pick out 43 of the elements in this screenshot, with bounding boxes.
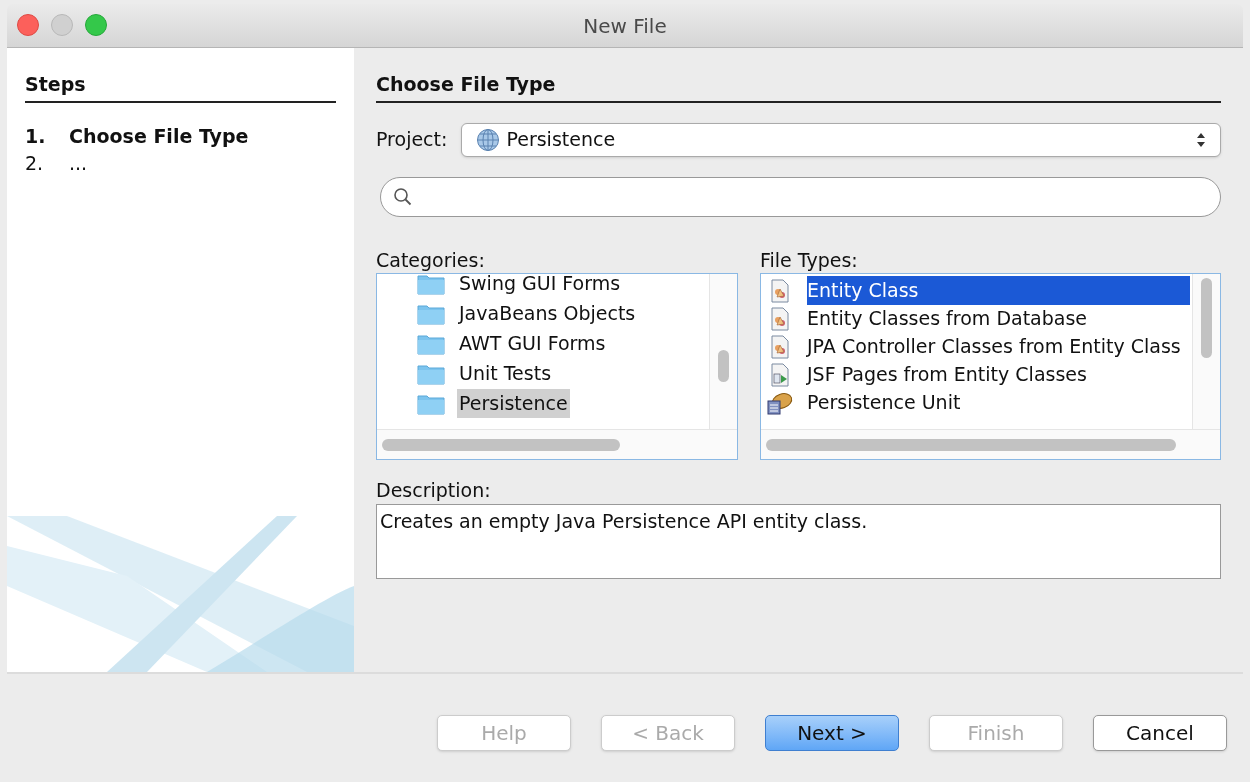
category-item[interactable]: Persistence [457, 389, 570, 418]
file-type-item[interactable]: JPA Controller Classes from Entity Class [807, 332, 1190, 361]
globe-icon [476, 127, 501, 152]
category-item[interactable]: Unit Tests [457, 359, 554, 388]
folder-icon [417, 273, 445, 295]
entity-file-icon [769, 306, 791, 331]
folder-icon [417, 332, 445, 355]
minimize-icon[interactable] [51, 14, 73, 36]
folder-icon [417, 392, 445, 415]
dialog-button[interactable]: Next > [765, 715, 899, 751]
entity-file-icon [769, 334, 791, 359]
categories-label: Categories: [376, 247, 486, 273]
close-icon[interactable] [17, 14, 39, 36]
vertical-scrollbar[interactable] [709, 273, 737, 430]
search-field[interactable] [380, 176, 1221, 217]
entity-file-icon [769, 278, 791, 303]
bean-icon [767, 390, 793, 415]
file-type-item[interactable]: Persistence Unit [807, 388, 1190, 417]
folder-icon [417, 302, 445, 325]
steps-title: Steps [25, 70, 336, 103]
dialog-button[interactable]: Cancel [1093, 715, 1227, 751]
horizontal-scrollbar[interactable] [761, 428, 1220, 459]
file-type-item[interactable]: JSF Pages from Entity Classes [807, 360, 1190, 389]
category-item[interactable]: AWT GUI Forms [457, 329, 608, 358]
step-item: 1. Choose File Type [25, 123, 250, 149]
file-type-item[interactable]: Entity Class [807, 276, 1190, 305]
description-text: Creates an empty Java Persistence API entity class. [380, 509, 868, 532]
vertical-scrollbar[interactable] [1192, 273, 1220, 430]
window-title: New File [583, 12, 667, 40]
horizontal-scrollbar[interactable] [377, 428, 737, 459]
panel-title: Choose File Type [376, 70, 1221, 103]
page-file-icon [769, 362, 791, 387]
description-label: Description: [376, 477, 492, 503]
search-icon [393, 186, 413, 207]
project-dropdown[interactable]: Persistence [461, 122, 1221, 157]
folder-icon [417, 362, 445, 385]
category-item[interactable]: JavaBeans Objects [457, 299, 638, 328]
category-item[interactable]: Swing GUI Forms [457, 273, 623, 298]
file-types-label: File Types: [760, 247, 859, 273]
step-item: 2. ... [25, 150, 89, 176]
project-label: Project: [376, 127, 448, 153]
zoom-icon[interactable] [85, 14, 107, 36]
file-type-item[interactable]: Entity Classes from Database [807, 304, 1190, 333]
